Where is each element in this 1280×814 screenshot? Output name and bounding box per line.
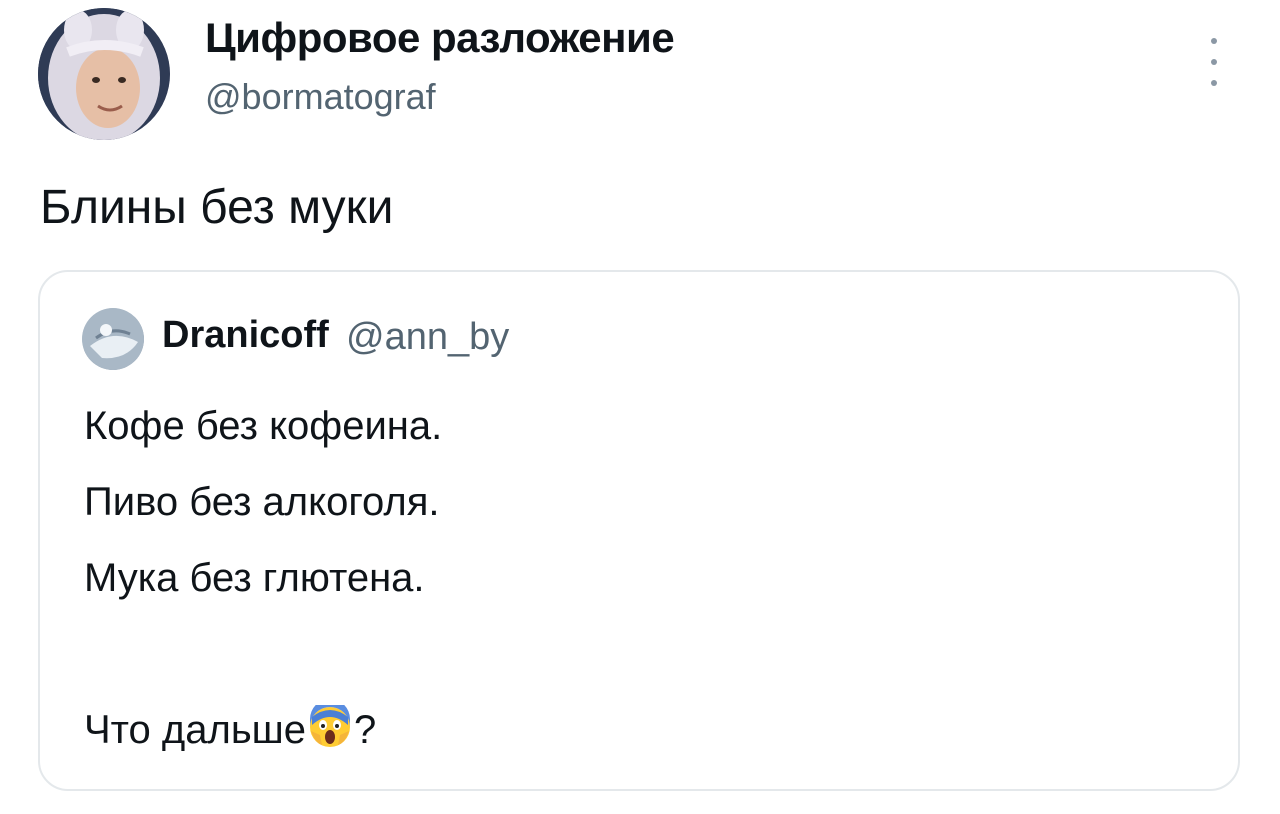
tweet-text: Блины без муки	[40, 181, 394, 234]
author-display-name[interactable]: Цифровое разложение	[205, 14, 675, 62]
more-vertical-icon[interactable]	[1204, 38, 1224, 86]
quoted-last-line: Что дальше?	[84, 692, 442, 768]
more-dot	[1211, 59, 1217, 65]
quoted-tweet-text: Кофе без кофеина. Пиво без алкоголя. Мук…	[84, 388, 442, 768]
quoted-last-line-text: Что дальше	[84, 708, 306, 752]
quoted-author-handle[interactable]: @ann_by	[346, 316, 509, 359]
quoted-tweet-card[interactable]: Dranicoff @ann_by Кофе без кофеина. Пиво…	[38, 270, 1240, 791]
author-avatar[interactable]	[38, 8, 170, 140]
quoted-last-line-suffix: ?	[354, 708, 377, 752]
quoted-line: Мука без глютена.	[84, 556, 425, 600]
more-dot	[1211, 80, 1217, 86]
more-dot	[1211, 38, 1217, 44]
tweet: Цифровое разложение @bormatograf Блины б…	[0, 0, 1280, 814]
profile-avatar-icon	[82, 308, 144, 370]
screaming-face-emoji-icon	[308, 705, 352, 749]
profile-photo-icon	[38, 8, 170, 140]
quoted-author-avatar[interactable]	[82, 308, 144, 370]
author-handle[interactable]: @bormatograf	[205, 76, 436, 118]
quoted-line: Кофе без кофеина.	[84, 404, 443, 448]
quoted-author-name[interactable]: Dranicoff	[162, 314, 329, 357]
quoted-line: Пиво без алкоголя.	[84, 480, 440, 524]
